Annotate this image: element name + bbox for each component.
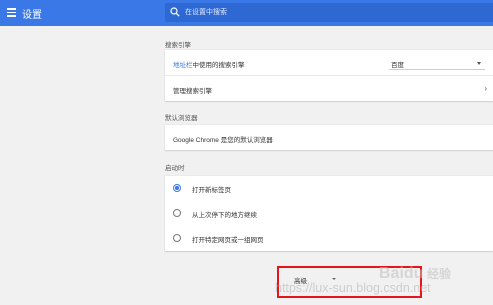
startup-card: 打开新标签页 从上次停下的地方继续 打开特定网页或一组网页	[165, 176, 493, 251]
radio-selected-icon[interactable]	[173, 184, 181, 192]
radio-icon[interactable]	[173, 234, 181, 242]
search-engine-section-label: 搜索引擎	[165, 42, 191, 49]
startup-option-label: 从上次停下的地方继续	[192, 212, 257, 219]
svg-text:经验: 经验	[427, 266, 452, 281]
manage-search-engines-label: 管理搜索引擎	[173, 88, 212, 95]
default-browser-card: Google Chrome 是您的默认浏览器	[165, 125, 493, 150]
chevron-right-icon: ›	[484, 84, 487, 93]
top-bar: 设置	[0, 0, 493, 26]
search-input[interactable]	[185, 5, 485, 20]
dropdown-caret-icon	[477, 62, 481, 65]
page-title: 设置	[22, 10, 42, 21]
svg-text:Baidu: Baidu	[379, 265, 423, 282]
manage-search-engines-row[interactable]: 管理搜索引擎 ›	[165, 76, 493, 101]
search-engine-dropdown[interactable]: 百度	[389, 56, 485, 70]
address-bar-engine-row: 地址栏中使用的搜索引擎 百度	[165, 50, 493, 76]
startup-option-new-tab[interactable]: 打开新标签页	[165, 176, 493, 201]
search-icon	[170, 7, 180, 17]
search-engine-card: 地址栏中使用的搜索引擎 百度 管理搜索引擎 ›	[165, 50, 493, 101]
baidu-watermark: Baidu 经验 https://lux-sun.blog.csdn.net	[275, 265, 452, 295]
startup-option-specific-pages[interactable]: 打开特定网页或一组网页	[165, 226, 493, 251]
default-browser-section-label: 默认浏览器	[165, 115, 198, 122]
menu-icon[interactable]	[7, 8, 16, 17]
search-engine-selected: 百度	[391, 62, 404, 69]
default-browser-row: Google Chrome 是您的默认浏览器	[165, 125, 493, 150]
search-box[interactable]	[165, 3, 493, 22]
address-bar-link[interactable]: 地址栏	[173, 62, 193, 69]
startup-option-label: 打开特定网页或一组网页	[192, 237, 264, 244]
address-bar-engine-label: 中使用的搜索引擎	[192, 62, 245, 69]
startup-option-continue[interactable]: 从上次停下的地方继续	[165, 201, 493, 226]
startup-section-label: 启动时	[165, 165, 185, 172]
default-browser-status: Google Chrome 是您的默认浏览器	[173, 137, 273, 144]
radio-icon[interactable]	[173, 209, 181, 217]
startup-option-label: 打开新标签页	[192, 187, 231, 194]
svg-text:https://lux-sun.blog.csdn.net: https://lux-sun.blog.csdn.net	[275, 281, 431, 295]
